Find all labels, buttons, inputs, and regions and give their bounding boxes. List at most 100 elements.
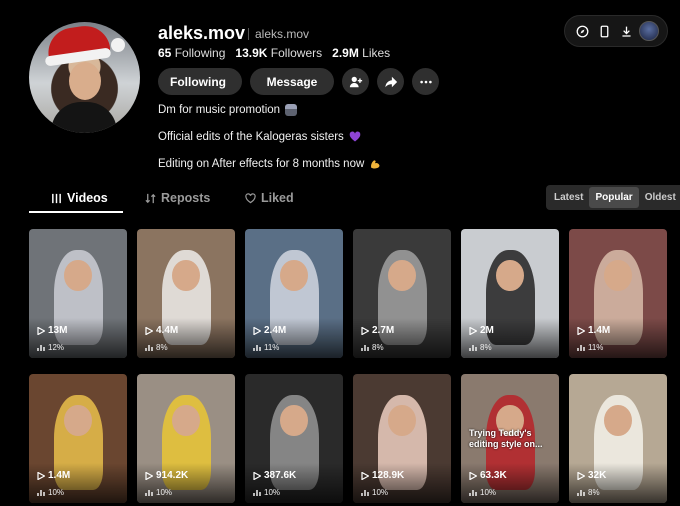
video-thumbnail[interactable]: 13M 12%	[29, 229, 127, 358]
bar-chart-icon	[145, 489, 153, 496]
profile-username: aleks.mov	[158, 23, 246, 43]
video-views: 63.3K	[469, 470, 507, 481]
bio-line-3: Editing on After effects for 8 months no…	[158, 158, 381, 170]
phone-icon[interactable]	[595, 22, 613, 40]
thumbnail-head	[172, 259, 200, 291]
more-options-button[interactable]	[412, 68, 439, 95]
thumbnail-head	[280, 404, 308, 436]
video-views: 4.4M	[145, 325, 178, 336]
profile-stats: 65 Following 13.9K Followers 2.9M Likes	[158, 46, 390, 60]
video-engagement: 10%	[253, 488, 280, 497]
bar-chart-icon	[37, 344, 45, 351]
play-icon	[469, 471, 477, 480]
video-views: 1.4M	[37, 470, 70, 481]
repost-icon	[145, 193, 156, 203]
compass-icon[interactable]	[573, 22, 591, 40]
thumbnail-head	[496, 259, 524, 291]
play-icon	[361, 471, 369, 480]
bar-chart-icon	[469, 489, 477, 496]
video-thumbnail[interactable]: 2.7M 8%	[353, 229, 451, 358]
video-thumbnail[interactable]: 32K 8%	[569, 374, 667, 503]
ellipsis-icon	[419, 80, 432, 83]
thumbnail-head	[604, 404, 632, 436]
video-engagement: 12%	[37, 343, 64, 352]
video-views: 32K	[577, 470, 606, 481]
play-icon	[145, 326, 153, 335]
message-button[interactable]: Message	[250, 68, 334, 95]
thumbnail-head	[172, 404, 200, 436]
bar-chart-icon	[469, 344, 477, 351]
grid-lines-icon	[52, 193, 61, 203]
video-views: 2.4M	[253, 325, 286, 336]
top-toolbar	[564, 15, 668, 47]
video-thumbnail[interactable]: 2.4M 11%	[245, 229, 343, 358]
likes-count: 2.9M Likes	[332, 46, 391, 60]
video-thumbnail[interactable]: 1.4M 11%	[569, 229, 667, 358]
tab-reposts[interactable]: Reposts	[145, 190, 245, 214]
video-views: 2.7M	[361, 325, 394, 336]
video-engagement: 8%	[145, 343, 168, 352]
share-button[interactable]	[377, 68, 404, 95]
video-thumbnail[interactable]: 1.4M 10%	[29, 374, 127, 503]
thumbnail-head	[604, 259, 632, 291]
video-engagement: 10%	[469, 488, 496, 497]
video-engagement: 10%	[361, 488, 388, 497]
video-views: 13M	[37, 325, 67, 336]
share-icon	[384, 76, 397, 87]
video-engagement: 8%	[577, 488, 600, 497]
download-icon[interactable]	[617, 22, 635, 40]
video-engagement: 11%	[577, 343, 603, 352]
purple-heart-icon	[349, 131, 361, 142]
bar-chart-icon	[577, 344, 585, 351]
bar-chart-icon	[361, 489, 369, 496]
thumbnail-head	[388, 404, 416, 436]
profile-actions: Following Message	[158, 68, 439, 95]
thumbnail-head	[280, 259, 308, 291]
flexed-biceps-icon	[371, 160, 380, 169]
sort-latest[interactable]: Latest	[548, 187, 589, 208]
play-icon	[253, 471, 261, 480]
thumbnail-head	[64, 259, 92, 291]
profile-avatar	[29, 22, 140, 133]
video-views: 387.6K	[253, 470, 296, 481]
play-icon	[37, 471, 45, 480]
account-avatar[interactable]	[639, 21, 659, 41]
profile-nickname: aleks.mov	[248, 27, 309, 41]
play-icon	[253, 326, 261, 335]
sort-oldest[interactable]: Oldest	[639, 187, 680, 208]
thumbnail-head	[64, 404, 92, 436]
video-thumbnail[interactable]: 387.6K 10%	[245, 374, 343, 503]
bio-line-2: Official edits of the Kalogeras sisters	[158, 131, 361, 143]
play-icon	[577, 471, 585, 480]
add-friend-button[interactable]	[342, 68, 369, 95]
bar-chart-icon	[37, 489, 45, 496]
video-views: 1.4M	[577, 325, 610, 336]
add-user-icon	[349, 76, 362, 87]
bar-chart-icon	[577, 489, 585, 496]
bar-chart-icon	[145, 344, 153, 351]
video-views: 128.9K	[361, 470, 404, 481]
following-count[interactable]: 65 Following	[158, 46, 225, 60]
video-engagement: 8%	[361, 343, 384, 352]
bar-chart-icon	[253, 489, 261, 496]
bar-chart-icon	[361, 344, 369, 351]
thumbnail-caption: Trying Teddy's editing style on...	[469, 428, 543, 449]
video-thumbnail[interactable]: 128.9K 10%	[353, 374, 451, 503]
active-tab-indicator	[29, 211, 123, 213]
bio-line-1: Dm for music promotion	[158, 104, 298, 116]
following-button[interactable]: Following	[158, 68, 242, 95]
video-engagement: 10%	[37, 488, 64, 497]
clapperboard-icon	[285, 104, 298, 116]
tab-liked[interactable]: Liked	[245, 190, 294, 214]
play-icon	[469, 326, 477, 335]
sort-popular[interactable]: Popular	[589, 187, 639, 208]
heart-outline-icon	[245, 192, 256, 203]
thumbnail-head	[388, 259, 416, 291]
video-thumbnail[interactable]: 914.2K 10%	[137, 374, 235, 503]
play-icon	[577, 326, 585, 335]
video-thumbnail[interactable]: Trying Teddy's editing style on... 63.3K 1…	[461, 374, 559, 503]
video-thumbnail[interactable]: 4.4M 8%	[137, 229, 235, 358]
video-engagement: 11%	[253, 343, 279, 352]
followers-count[interactable]: 13.9K Followers	[235, 46, 322, 60]
video-thumbnail[interactable]: 2M 8%	[461, 229, 559, 358]
